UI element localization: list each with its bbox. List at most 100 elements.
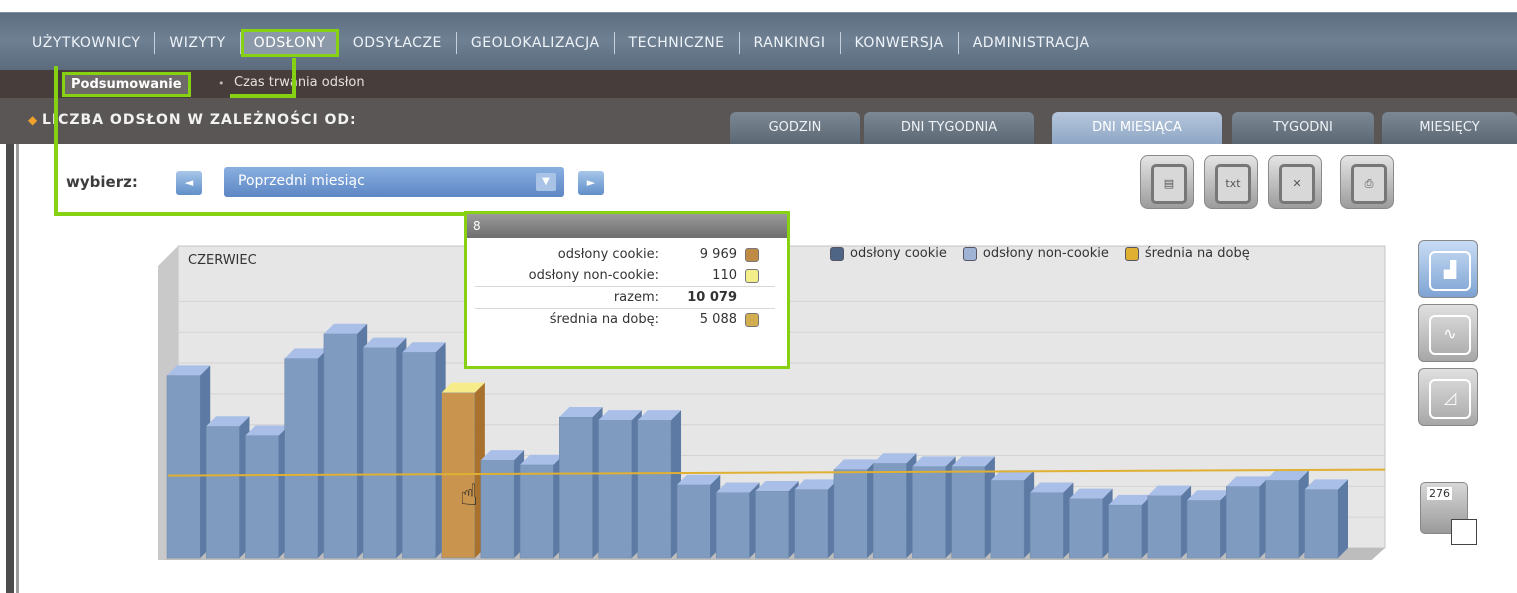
bar-21 — [951, 466, 986, 559]
tooltip-value: 9 969 — [699, 247, 737, 262]
tab-3[interactable]: TYGODNI — [1232, 112, 1374, 144]
bar-27 — [1186, 499, 1221, 559]
bar-28 — [1226, 486, 1260, 559]
bar-3 — [245, 435, 279, 559]
tooltip-swatch-cell — [741, 244, 775, 265]
period-select-value: Poprzedni miesiąc — [238, 173, 365, 189]
bar-13 — [637, 419, 672, 559]
bar-14 — [676, 484, 711, 559]
tooltip-value: 110 — [712, 268, 737, 283]
bar-chart-icon: ▟ — [1429, 251, 1471, 291]
tab-4[interactable]: MIESIĘCY — [1382, 112, 1517, 144]
bar-15 — [716, 492, 750, 559]
print-button[interactable]: ⎙ — [1340, 155, 1394, 209]
tooltip-day: 8 — [467, 214, 787, 238]
tooltip-table: odsłony cookie: 9 969 odsłony non-cookie: 1… — [475, 244, 775, 330]
bar-2 — [205, 425, 240, 559]
txt-icon: txt — [1215, 164, 1251, 204]
bar-1 — [166, 375, 201, 559]
bar-16 — [755, 490, 789, 559]
left-border — [6, 144, 14, 593]
tooltip-swatch-cell — [741, 286, 775, 309]
bar-5 — [323, 333, 358, 559]
bar-8 — [441, 392, 476, 559]
print-icon: ⎙ — [1351, 164, 1387, 204]
bar-chart-type-button[interactable]: ▟ — [1418, 240, 1478, 298]
nav-item-5[interactable]: TECHNICZNE — [615, 32, 740, 54]
tooltip-row: średnia na dobę: 5 088 — [475, 309, 775, 331]
next-period-button[interactable]: ► — [578, 171, 604, 195]
nav-item-4[interactable]: GEOLOKALIZACJA — [457, 32, 615, 54]
export-txt-button[interactable]: txt — [1204, 155, 1258, 209]
subnav-summary[interactable]: Podsumowanie — [62, 72, 191, 97]
legend-label: średnia na dobę — [1144, 246, 1250, 261]
sub-navigation: Podsumowanie • Czas trwania odsłon — [0, 70, 1517, 98]
line-chart-icon: ∿ — [1429, 315, 1471, 355]
checkbox-square[interactable] — [1451, 519, 1477, 545]
chart-title: CZERWIEC — [188, 253, 257, 268]
tooltip-value: 10 079 — [663, 286, 741, 309]
bar-25 — [1108, 504, 1143, 559]
bar-7 — [402, 352, 436, 559]
bar-30 — [1304, 489, 1339, 559]
tooltip-label: razem: — [475, 286, 663, 309]
nav-item-2[interactable]: ODSŁONY — [240, 29, 339, 57]
legend-item: średnia na dobę — [1124, 246, 1250, 261]
subnav-separator: • — [218, 77, 225, 90]
line-chart-type-button[interactable]: ∿ — [1418, 304, 1478, 362]
nav-item-8[interactable]: ADMINISTRACJA — [959, 32, 1104, 54]
chart-legend: odsłony cookie odsłony non-cookie średnia … — [830, 246, 1250, 261]
section-arrow-icon: ◆ — [28, 113, 38, 127]
tooltip-swatch — [745, 312, 759, 327]
tooltip-swatch-cell — [741, 265, 775, 287]
chevron-down-icon[interactable]: ▼ — [536, 173, 556, 191]
legend-swatch — [830, 246, 844, 261]
tab-1[interactable]: DNI TYGODNIA — [864, 112, 1034, 144]
nav-item-6[interactable]: RANKINGI — [740, 32, 841, 54]
select-label: wybierz: — [66, 173, 138, 191]
bar-20 — [912, 466, 946, 559]
legend-label: odsłony non-cookie — [982, 246, 1109, 261]
nav-item-3[interactable]: ODSYŁACZE — [339, 32, 457, 54]
tooltip-swatch-cell — [741, 309, 775, 331]
tooltip-label: odsłony cookie: — [557, 247, 659, 262]
area-chart-icon: ◿ — [1429, 379, 1471, 419]
bar-10 — [519, 464, 554, 559]
page-counter-button[interactable]: 276 — [1420, 482, 1477, 545]
main-menu: UŻYTKOWNICY WIZYTY ODSŁONY ODSYŁACZE GEOLOKA… — [18, 29, 1104, 57]
annotation-line — [54, 66, 58, 216]
bar-side-30 — [1338, 479, 1348, 558]
save-button[interactable]: ▤ — [1140, 155, 1194, 209]
tooltip-label: średnia na dobę: — [549, 312, 659, 327]
annotation-line — [292, 58, 296, 98]
prev-period-button[interactable]: ◄ — [176, 171, 202, 195]
bar-17 — [794, 489, 829, 559]
top-strip — [0, 0, 1517, 12]
tooltip-row: odsłony cookie: 9 969 — [475, 244, 775, 265]
hand-cursor-icon: ☝ — [460, 478, 479, 513]
tab-0[interactable]: GODZIN — [730, 112, 860, 144]
subnav-duration[interactable]: Czas trwania odsłon — [234, 75, 365, 90]
annotation-line — [230, 94, 296, 98]
bar-23 — [1029, 492, 1064, 559]
nav-item-0[interactable]: UŻYTKOWNICY — [18, 32, 156, 54]
bar-4 — [284, 358, 319, 559]
bar-24 — [1069, 498, 1103, 559]
tooltip-label: odsłony non-cookie: — [528, 268, 659, 283]
tab-2[interactable]: DNI MIESIĄCA — [1052, 112, 1222, 144]
tooltip-value: 5 088 — [699, 312, 737, 327]
area-chart-type-button[interactable]: ◿ — [1418, 368, 1478, 426]
export-excel-button[interactable]: ✕ — [1268, 155, 1322, 209]
legend-item: odsłony non-cookie — [962, 246, 1109, 261]
bar-29 — [1265, 479, 1300, 559]
tooltip-row: odsłony non-cookie: 110 — [475, 265, 775, 287]
top-navigation: UŻYTKOWNICY WIZYTY ODSŁONY ODSYŁACZE GEOLOKA… — [0, 0, 1517, 70]
nav-item-7[interactable]: KONWERSJA — [841, 32, 959, 54]
nav-item-1[interactable]: WIZYTY — [155, 32, 241, 54]
legend-label: odsłony cookie — [850, 246, 947, 261]
section-title: LICZBA ODSŁON W ZALEŻNOŚCI OD: — [42, 112, 357, 128]
save-icon: ▤ — [1151, 164, 1187, 204]
tooltip-row: razem: 10 079 — [475, 286, 775, 309]
period-select[interactable]: Poprzedni miesiąc ▼ — [224, 167, 564, 197]
tooltip-swatch — [745, 268, 759, 283]
